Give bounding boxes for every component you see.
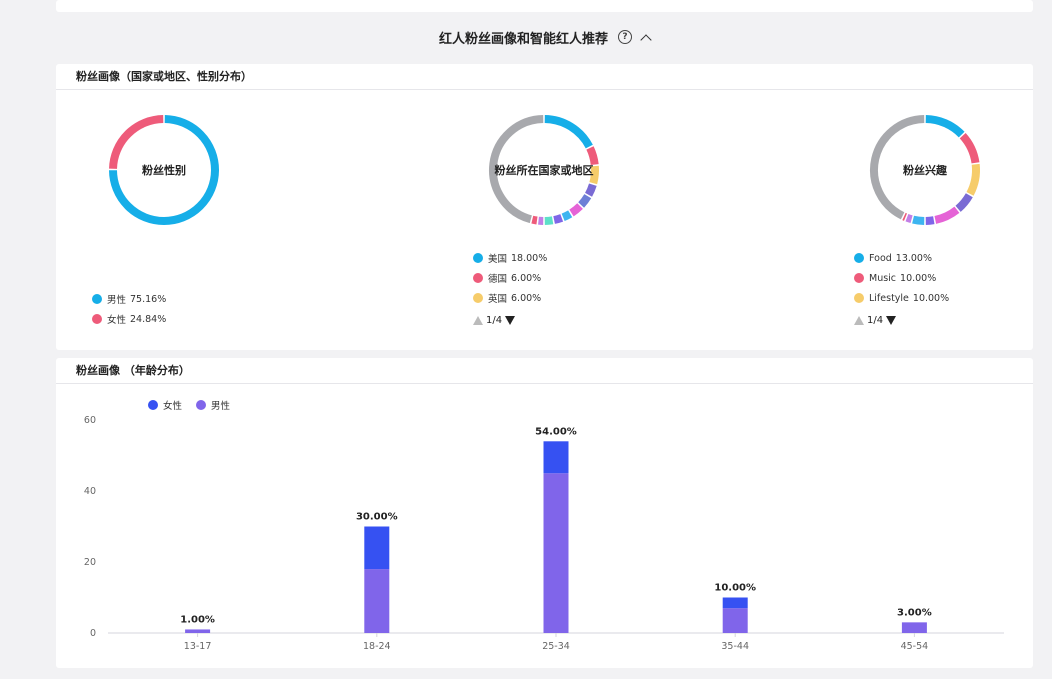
interest-pager: 1/4 bbox=[854, 310, 949, 330]
bar-total-label: 3.00% bbox=[897, 607, 932, 618]
section-title-text: 红人粉丝画像和智能红人推荐 bbox=[438, 31, 608, 47]
country-donut[interactable]: 粉丝所在国家或地区 bbox=[487, 113, 601, 227]
bar-segment[interactable] bbox=[543, 473, 569, 633]
bar-segment[interactable] bbox=[185, 629, 211, 633]
bar-segment[interactable] bbox=[543, 441, 569, 474]
legend-name: 英国 bbox=[488, 294, 508, 305]
previous-card bbox=[56, 0, 1033, 12]
legend-item[interactable]: 英国 6.00% bbox=[473, 288, 547, 308]
legend-dot bbox=[148, 400, 158, 410]
bar-total-label: 54.00% bbox=[535, 426, 577, 437]
pager-prev-icon[interactable] bbox=[473, 315, 483, 325]
legend-name: 女性 bbox=[107, 315, 127, 326]
section-title[interactable]: 红人粉丝画像和智能红人推荐 ? bbox=[56, 24, 1033, 50]
y-tick-label: 20 bbox=[84, 557, 96, 568]
gender-legend: 男性 75.16% 女性 24.84% bbox=[92, 289, 166, 329]
pager-text: 1/4 bbox=[486, 314, 503, 326]
interest-donut[interactable]: 粉丝兴趣 bbox=[868, 113, 982, 227]
legend-item[interactable]: 男性 75.16% bbox=[92, 289, 166, 309]
legend-item-male[interactable]: 男性 bbox=[196, 398, 230, 412]
x-tick-label: 35-44 bbox=[721, 641, 749, 652]
bar-segment[interactable] bbox=[722, 608, 748, 633]
bar-segment[interactable] bbox=[901, 622, 927, 633]
legend-name: 德国 bbox=[488, 274, 508, 285]
legend-dot bbox=[196, 400, 207, 410]
bar-total-label: 30.00% bbox=[356, 512, 398, 523]
interest-legend: Food 13.00% Music 10.00% Lifestyle 10.00… bbox=[854, 248, 949, 330]
pager-next-icon[interactable] bbox=[886, 315, 897, 325]
country-donut-label: 粉丝所在国家或地区 bbox=[494, 164, 594, 177]
y-tick-label: 40 bbox=[84, 486, 96, 497]
pager-text: 1/4 bbox=[867, 314, 884, 326]
bar-segment[interactable] bbox=[364, 569, 390, 633]
legend-item[interactable]: Lifestyle 10.00% bbox=[854, 288, 949, 308]
bar-segment[interactable] bbox=[364, 526, 390, 570]
legend-name: Food bbox=[869, 252, 892, 264]
age-distribution-card: 粉丝画像 （年龄分布） 0 20 40 60 1.00% 13-17 30.00% 18-24… bbox=[56, 358, 1033, 668]
legend-value: 75.16% bbox=[130, 293, 167, 305]
legend-dot bbox=[92, 294, 102, 304]
x-tick-label: 25-34 bbox=[542, 641, 570, 652]
chevron-up-icon[interactable] bbox=[640, 33, 652, 46]
gender-donut-label: 粉丝性别 bbox=[142, 164, 186, 177]
legend-dot bbox=[473, 293, 483, 303]
legend-name: Lifestyle bbox=[869, 292, 909, 304]
legend-value: 10.00% bbox=[912, 292, 950, 304]
fan-profile-card-title: 粉丝画像（国家或地区、性别分布） bbox=[56, 64, 1033, 90]
fan-profile-card: 粉丝画像（国家或地区、性别分布） 粉丝性别 男性 75.16% 女性 24.84… bbox=[56, 64, 1033, 350]
legend-value: 13.00% bbox=[895, 252, 933, 264]
y-tick-label: 0 bbox=[90, 628, 96, 639]
legend-dot bbox=[854, 253, 864, 263]
x-tick-label: 13-17 bbox=[184, 641, 212, 652]
gender-donut[interactable]: 粉丝性别 bbox=[107, 113, 221, 227]
legend-value: 18.00% bbox=[511, 252, 548, 264]
help-icon[interactable]: ? bbox=[618, 30, 632, 44]
legend-name: 男性 bbox=[107, 295, 127, 306]
legend-name: 男性 bbox=[211, 401, 231, 412]
legend-dot bbox=[473, 253, 483, 263]
pager-prev-icon[interactable] bbox=[854, 315, 864, 325]
legend-dot bbox=[473, 273, 483, 283]
legend-name: Music bbox=[869, 272, 897, 284]
country-legend: 美国 18.00% 德国 6.00% 英国 6.00% 1/4 bbox=[473, 248, 547, 330]
legend-item[interactable]: 德国 6.00% bbox=[473, 268, 547, 288]
interest-donut-label: 粉丝兴趣 bbox=[903, 164, 947, 177]
legend-item[interactable]: 女性 24.84% bbox=[92, 309, 166, 329]
country-pager: 1/4 bbox=[473, 310, 547, 330]
legend-item[interactable]: 美国 18.00% bbox=[473, 248, 547, 268]
pager-next-icon[interactable] bbox=[505, 315, 516, 325]
legend-dot bbox=[854, 273, 864, 283]
x-tick-label: 18-24 bbox=[363, 641, 391, 652]
age-chart-legend: 女性 男性 bbox=[148, 398, 230, 412]
legend-value: 10.00% bbox=[900, 272, 937, 284]
legend-name: 美国 bbox=[488, 254, 508, 265]
legend-value: 24.84% bbox=[130, 313, 167, 325]
legend-item[interactable]: Food 13.00% bbox=[854, 248, 949, 268]
legend-value: 6.00% bbox=[511, 292, 542, 304]
x-tick-label: 45-54 bbox=[901, 641, 929, 652]
y-tick-label: 60 bbox=[84, 415, 96, 426]
legend-dot bbox=[854, 293, 864, 303]
bar-total-label: 1.00% bbox=[180, 614, 215, 625]
legend-name: 女性 bbox=[163, 401, 183, 412]
legend-dot bbox=[92, 314, 102, 324]
legend-item[interactable]: Music 10.00% bbox=[854, 268, 949, 288]
legend-item-female[interactable]: 女性 bbox=[148, 398, 182, 412]
bar-total-label: 10.00% bbox=[714, 583, 756, 594]
bar-segment[interactable] bbox=[722, 597, 748, 609]
legend-value: 6.00% bbox=[511, 272, 542, 284]
